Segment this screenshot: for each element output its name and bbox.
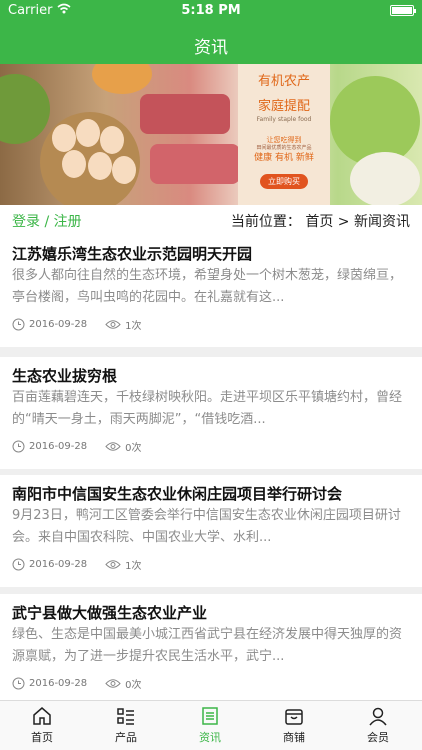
tab-bar: 首页 产品 资讯 商铺 会员 (0, 700, 422, 750)
tab-member[interactable]: 会员 (336, 705, 420, 745)
news-item[interactable]: 江苏嬉乐湾生态农业示范园明天开园 很多人都向往自然的生态环境，希望身处一个树木葱… (0, 235, 422, 347)
promo-line-4: 让您吃得到 (266, 136, 302, 144)
eye-icon (105, 679, 121, 688)
pumpkin-image (92, 64, 152, 94)
eye-icon (105, 442, 121, 451)
tab-news-label: 资讯 (199, 731, 221, 744)
list-icon (117, 708, 134, 725)
eye-icon (105, 560, 121, 569)
tab-home-label: 首页 (31, 731, 53, 744)
news-item[interactable]: 生态农业拔穷根 百亩莲藕碧连天，千枝绿树映秋阳。走进平坝区乐平镇塘约村，曾经的“… (0, 357, 422, 469)
location-bar: 登录 / 注册 当前位置： 首页 > 新闻资讯 (0, 205, 422, 235)
promo-panel: 有机农产 家庭提配 Family staple food 让您吃得到 田间最优质… (238, 64, 330, 205)
news-date: 2016-09-28 (29, 319, 88, 330)
app-header: Carrier 5:18 PM 资讯 (0, 0, 422, 64)
egg-image (100, 126, 124, 154)
login-register-link[interactable]: 登录 / 注册 (12, 211, 82, 231)
news-title[interactable]: 武宁县做大做强生态农业产业 (12, 602, 207, 623)
news-item[interactable]: 南阳市中信国安生态农业休闲庄园项目举行研讨会 9月23日，鸭河工区管委会举行中信… (0, 475, 422, 587)
news-icon (202, 707, 218, 725)
egg-image (88, 152, 112, 180)
news-title[interactable]: 江苏嬉乐湾生态农业示范园明天开园 (12, 243, 252, 264)
tab-home[interactable]: 首页 (0, 705, 84, 745)
news-title[interactable]: 生态农业拔穷根 (12, 365, 117, 386)
shop-icon (285, 709, 303, 725)
tab-shop-label: 商铺 (283, 731, 305, 744)
promo-line-6: 健康 有机 新鲜 (254, 153, 314, 163)
user-icon (369, 707, 387, 726)
promo-line-3: Family staple food (256, 116, 312, 123)
egg-image (52, 124, 76, 152)
news-summary: 百亩莲藕碧连天，千枝绿树映秋阳。走进平坝区乐平镇塘约村，曾经的“晴天一身土，雨天… (12, 390, 403, 427)
promo-line-5: 田间最优质的生态农产品 (256, 145, 312, 151)
news-summary: 绿色、生态是中国最美小城江西省武宁县在经济发展中得天独厚的资源禀赋，为了进一步提… (12, 627, 403, 664)
eye-icon (105, 320, 121, 329)
clock-icon (12, 318, 25, 331)
clock-icon (12, 440, 25, 453)
status-bar: Carrier 5:18 PM (0, 0, 422, 22)
clock-icon (12, 558, 25, 571)
news-views: 0次 (125, 680, 142, 691)
breadcrumb: 当前位置： 首页 > 新闻资讯 (230, 214, 410, 230)
home-icon (33, 707, 51, 725)
news-views: 1次 (125, 561, 142, 572)
meat-image (150, 144, 240, 184)
news-meta: 2016-09-28 0次 (12, 676, 142, 691)
news-summary: 9月23日，鸭河工区管委会举行中信国安生态农业休闲庄园项目研讨会。来自中国农科院… (12, 508, 401, 545)
egg-image (76, 119, 100, 147)
page-title: 资讯 (194, 38, 228, 58)
news-date: 2016-09-28 (29, 678, 88, 689)
tab-products-label: 产品 (115, 731, 137, 744)
tab-member-label: 会员 (367, 731, 389, 744)
clock: 5:18 PM (181, 3, 241, 18)
news-meta: 2016-09-28 0次 (12, 439, 142, 454)
clock-icon (12, 677, 25, 690)
tab-products[interactable]: 产品 (84, 705, 168, 745)
news-views: 0次 (125, 443, 142, 454)
egg-image (112, 156, 136, 184)
egg-image (62, 150, 86, 178)
news-meta: 2016-09-28 1次 (12, 557, 142, 572)
promo-line-2: 家庭提配 (257, 99, 310, 114)
news-item[interactable]: 武宁县做大做强生态农业产业 绿色、生态是中国最美小城江西省武宁县在经济发展中得天… (0, 594, 422, 706)
news-title[interactable]: 南阳市中信国安生态农业休闲庄园项目举行研讨会 (12, 483, 342, 504)
broccoli-image (0, 74, 50, 144)
news-date: 2016-09-28 (29, 559, 88, 570)
news-date: 2016-09-28 (29, 441, 88, 452)
tab-shop[interactable]: 商铺 (252, 705, 336, 745)
promo-line-1: 有机农产 (257, 74, 310, 89)
news-summary: 很多人都向往自然的生态环境，希望身处一个树木葱茏，绿茵绵亘，亭台楼阁，鸟叫虫鸣的… (12, 268, 403, 305)
news-views: 1次 (125, 321, 142, 332)
tab-news[interactable]: 资讯 (168, 705, 252, 745)
promo-banner[interactable]: 有机农产 家庭提配 Family staple food 让您吃得到 田间最优质… (0, 64, 422, 205)
cauliflower-image (350, 152, 420, 205)
meat-image (140, 94, 230, 134)
buy-now-button[interactable]: 立即购买 (260, 174, 308, 189)
battery-icon (390, 5, 416, 16)
news-meta: 2016-09-28 1次 (12, 317, 142, 332)
